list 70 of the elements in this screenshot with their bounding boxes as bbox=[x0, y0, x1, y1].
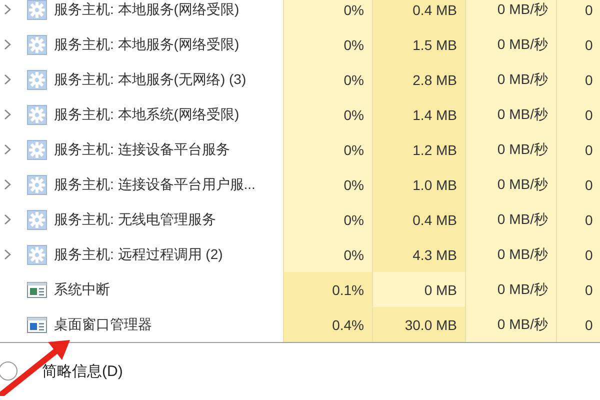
chevron-icon[interactable] bbox=[4, 179, 11, 190]
memory-cell: 4.3 MB bbox=[373, 237, 466, 272]
gear-icon bbox=[27, 140, 47, 160]
memory-cell: 1.2 MB bbox=[373, 132, 466, 167]
chevron-icon[interactable] bbox=[4, 4, 11, 15]
disk-cell: 0 MB/秒 bbox=[466, 27, 557, 62]
table-cell: 0 bbox=[557, 62, 600, 97]
chevron-icon[interactable] bbox=[4, 109, 11, 120]
cpu-cell: 0% bbox=[283, 97, 373, 132]
cpu-cell: 0.4% bbox=[283, 307, 373, 342]
table-cell: 0 bbox=[557, 132, 600, 167]
collapse-icon[interactable] bbox=[0, 361, 18, 381]
disk-cell: 0 MB/秒 bbox=[466, 202, 557, 237]
process-name: 桌面窗口管理器 bbox=[54, 316, 152, 334]
memory-cell: 0.4 MB bbox=[373, 0, 466, 27]
memory-cell: 0.4 MB bbox=[373, 202, 466, 237]
disk-cell: 0 MB/秒 bbox=[466, 237, 557, 272]
disk-cell: 0 MB/秒 bbox=[466, 97, 557, 132]
gear-icon bbox=[27, 70, 47, 90]
process-name: 服务主机: 本地系统(网络受限) bbox=[54, 106, 240, 124]
fewer-details-link[interactable]: 简略信息(D) bbox=[42, 362, 123, 380]
process-name: 服务主机: 连接设备平台用户服... bbox=[54, 176, 256, 194]
process-name: 服务主机: 无线电管理服务 bbox=[54, 210, 216, 228]
process-name: 系统中断 bbox=[54, 280, 110, 298]
table-cell: 0 bbox=[557, 0, 600, 27]
disk-cell: 0 MB/秒 bbox=[466, 132, 557, 167]
window-icon bbox=[27, 282, 47, 298]
disk-cell: 0 MB/秒 bbox=[466, 272, 557, 307]
chevron-icon[interactable] bbox=[4, 39, 11, 50]
chevron-icon[interactable] bbox=[4, 214, 11, 225]
table-cell: 0 bbox=[557, 272, 600, 307]
cpu-cell: 0% bbox=[283, 62, 373, 97]
table-cell: 0 bbox=[557, 97, 600, 132]
table-cell: 0 bbox=[557, 27, 600, 62]
process-name: 服务主机: 本地服务(无网络) (3) bbox=[54, 70, 246, 88]
memory-cell: 30.0 MB bbox=[373, 307, 466, 342]
chevron-icon[interactable] bbox=[4, 144, 11, 155]
cpu-cell: 0% bbox=[283, 167, 373, 202]
table-cell: 0 bbox=[557, 237, 600, 272]
disk-cell: 0 MB/秒 bbox=[466, 62, 557, 97]
chevron-icon[interactable] bbox=[4, 74, 11, 85]
disk-cell: 0 MB/秒 bbox=[466, 167, 557, 202]
disk-cell: 0 MB/秒 bbox=[466, 0, 557, 27]
process-name: 服务主机: 本地服务(网络受限) bbox=[54, 36, 240, 54]
process-name: 服务主机: 远程过程调用 (2) bbox=[54, 246, 223, 264]
gear-icon bbox=[27, 244, 47, 264]
table-cell: 0 bbox=[557, 167, 600, 202]
process-name: 服务主机: 连接设备平台服务 bbox=[54, 140, 230, 158]
process-name: 服务主机: 本地服务(网络受限) bbox=[54, 0, 240, 18]
arrow-drawing bbox=[0, 338, 72, 396]
disk-cell: 0 MB/秒 bbox=[466, 307, 557, 342]
chevron-icon[interactable] bbox=[4, 249, 11, 260]
cpu-cell: 0.1% bbox=[283, 272, 373, 307]
memory-cell: 0 MB bbox=[373, 272, 466, 307]
cpu-cell: 0% bbox=[283, 237, 373, 272]
table-cell: 0 bbox=[557, 202, 600, 237]
window-icon bbox=[27, 316, 47, 332]
memory-cell: 1.4 MB bbox=[373, 97, 466, 132]
gear-icon bbox=[27, 210, 47, 230]
cpu-cell: 0% bbox=[283, 0, 373, 27]
cpu-cell: 0% bbox=[283, 27, 373, 62]
cpu-cell: 0% bbox=[283, 132, 373, 167]
memory-cell: 2.8 MB bbox=[373, 62, 466, 97]
gear-icon bbox=[27, 174, 47, 194]
gear-icon bbox=[27, 34, 47, 54]
cpu-cell: 0% bbox=[283, 202, 373, 237]
memory-cell: 1.0 MB bbox=[373, 167, 466, 202]
memory-cell: 1.5 MB bbox=[373, 27, 466, 62]
table-cell: 0 bbox=[557, 307, 600, 342]
gear-icon bbox=[27, 104, 47, 124]
